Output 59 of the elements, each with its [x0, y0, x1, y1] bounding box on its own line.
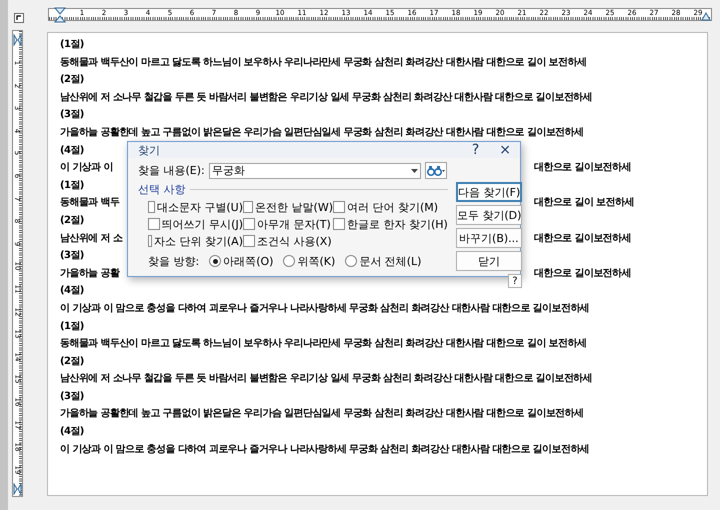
dropdown-caret-icon[interactable]: [410, 168, 418, 172]
dialog-title: 찾기: [138, 142, 161, 158]
text-line: (4절): [60, 144, 84, 156]
help-button[interactable]: ?: [508, 274, 522, 288]
option-checkbox[interactable]: 아무개 문자(T): [243, 216, 333, 232]
right-indent-marker-icon[interactable]: [701, 12, 711, 21]
find-combo-box[interactable]: 무궁화: [208, 162, 421, 178]
text-line: 남산위에 저 소나무 철갑을 두른 듯 바람서리 불변함은 우리기상 일세 무궁화 삼천리 화려강산 대한사람 대한으로 길이보전하세: [60, 92, 592, 103]
dialog-button[interactable]: 모두 찾기(D): [456, 205, 522, 225]
text-line: (4절): [60, 426, 84, 438]
option-checkbox[interactable]: 대소문자 구별(U): [148, 199, 243, 215]
option-checkbox[interactable]: 여러 단어 찾기(M): [333, 199, 448, 215]
search-options-button[interactable]: [424, 162, 447, 179]
text-line: 남산위에 저 소나무 철갑을 두른 듯 바람서리 불변함은 우리기상 일세 무궁화 삼천리 화려강산 대한사람 대한으로 길이보전하세: [60, 373, 592, 384]
text-line: (2절): [60, 74, 84, 86]
text-line: (2절): [60, 214, 84, 226]
text-line: (4절): [60, 285, 84, 296]
close-button[interactable]: ×: [496, 142, 514, 158]
text-line: (3절): [60, 109, 84, 120]
dialog-button[interactable]: 바꾸기(B)...: [456, 228, 522, 248]
tab-selector-icon[interactable]: [14, 13, 24, 23]
text-line: 동해물과 백두산이 마르고 닳도록 하느님이 보우하사 우리나라만세 무궁화 삼천리 화려강산 대한사람 대한으로 길이 보전하세: [60, 338, 586, 350]
binoculars-icon: [426, 165, 445, 176]
text-line: 대한으로 길이보전하세: [534, 232, 631, 246]
text-line: 이 기상과 이: [60, 161, 113, 176]
text-line: 가을하늘 공활한데 높고 구름없이 밝은달은 우리가슴 일편단심일세 무궁화 삼천리 화려강산 대한사람 대한으로 길이보전하세: [60, 126, 584, 138]
text-line: (1절): [60, 180, 84, 191]
direction-label: 찾을 방향:: [148, 254, 200, 268]
text-line: (2절): [60, 356, 84, 367]
text-line: (1절): [60, 320, 84, 332]
option-checkbox[interactable]: 띄어쓰기 무시(J): [148, 216, 243, 232]
option-checkbox[interactable]: 자소 단위 찾기(A): [148, 233, 243, 249]
help-button[interactable]: ?: [468, 142, 482, 158]
text-line: 대한으로 길이 보전하세: [534, 196, 634, 210]
text-line: 동해물과 백두산이 마르고 닳도록 하느님이 보우하사 우리나라만세 무궁화 삼천리 화려강산 대한사람 대한으로 길이 보전하세: [60, 56, 586, 68]
text-line: (1절): [60, 39, 84, 50]
bottom-margin-marker-icon[interactable]: [13, 483, 22, 495]
group-title: 선택 사항: [138, 182, 186, 197]
text-line: 가을하늘 공활한데 높고 구름없이 밝은달은 우리가슴 일편단심일세 무궁화 삼천리 화려강산 대한사람 대한으로 길이보전하세: [60, 408, 584, 420]
direction-radio[interactable]: 문서 전체(L): [345, 253, 422, 269]
top-margin-marker-icon[interactable]: [13, 34, 22, 46]
option-checkbox[interactable]: 조건식 사용(X): [243, 233, 333, 249]
text-line: 이 기상과 이 맘으로 충성을 다하여 괴로우나 즐거우나 나라사랑하세 무궁화 삼천리 화려강산 대한사람 대한으로 길이보전하세: [60, 302, 590, 314]
find-label: 찾을 내용(E):: [138, 163, 205, 178]
text-line: 대한으로 길이보전하세: [534, 161, 631, 176]
text-line: 가을하늘 공활: [60, 266, 120, 281]
text-line: (3절): [60, 390, 84, 402]
text-line: 남산위에 저 소: [60, 232, 122, 246]
option-checkbox[interactable]: 온전한 낱말(W): [243, 199, 333, 215]
dialog-button[interactable]: 다음 찾기(F): [456, 182, 522, 202]
direction-radio[interactable]: 아래쪽(O): [209, 253, 274, 269]
indent-marker-icon[interactable]: [54, 7, 66, 23]
text-line: 동해물과 백두: [60, 196, 120, 210]
dialog-button[interactable]: 닫기: [456, 251, 522, 271]
option-checkbox[interactable]: 한글로 한자 찾기(H): [333, 216, 448, 232]
text-line: 대한으로 길이보전하세: [534, 266, 631, 281]
text-line: 이 기상과 이 맘으로 충성을 다하여 괴로우나 즐거우나 나라사랑하세 무궁화 삼천리 화려강산 대한사람 대한으로 길이보전하세: [60, 444, 590, 455]
text-line: (3절): [60, 250, 84, 262]
direction-radio[interactable]: 위쪽(K): [283, 253, 336, 269]
